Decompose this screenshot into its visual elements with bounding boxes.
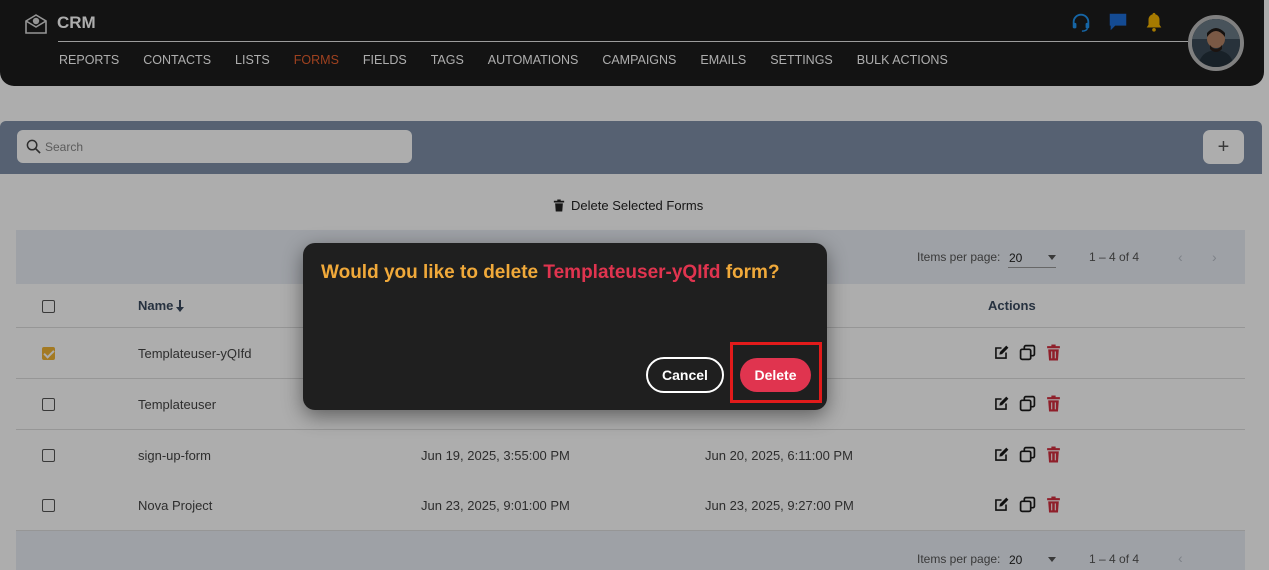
delete-button-highlight <box>730 342 822 403</box>
dialog-message-prefix: Would you like to delete <box>321 262 544 283</box>
dialog-message-suffix: form? <box>720 262 780 283</box>
cancel-button[interactable]: Cancel <box>646 357 724 393</box>
dialog-message: Would you like to delete Templateuser-yQ… <box>321 261 801 285</box>
dialog-form-name: Templateuser-yQIfd <box>543 262 721 283</box>
